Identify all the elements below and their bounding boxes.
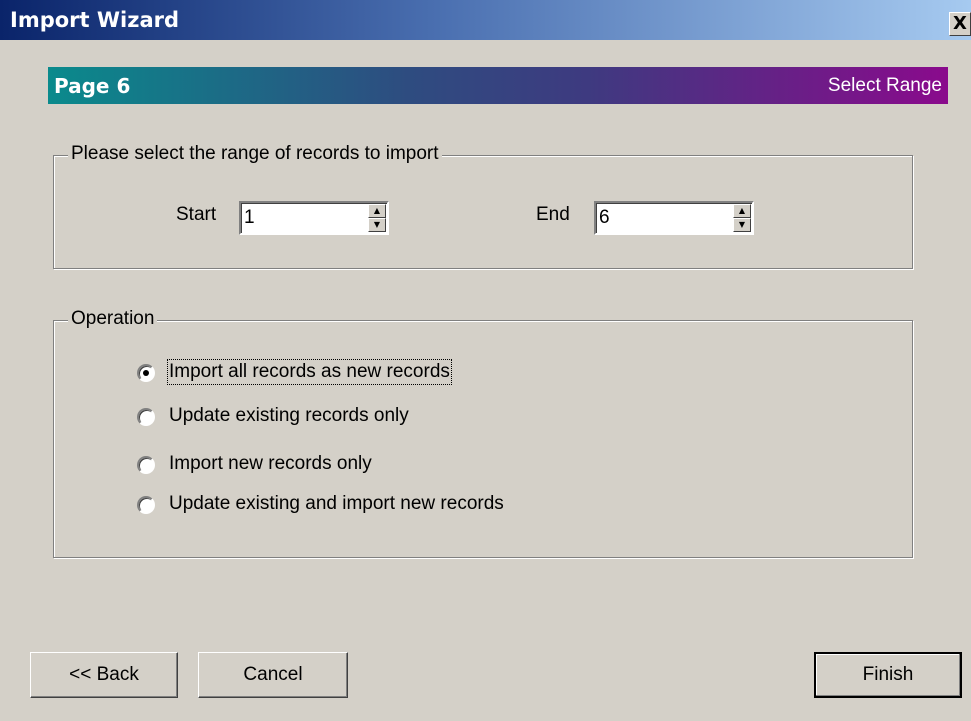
range-groupbox: Please select the range of records to im…	[53, 143, 913, 269]
page-step-name: Select Range	[827, 75, 942, 96]
start-spin-buttons: ▲ ▼	[368, 204, 386, 232]
operation-groupbox: Operation Import all records as new reco…	[53, 308, 913, 558]
radio-label[interactable]: Update existing and import new records	[169, 493, 504, 515]
close-icon: X	[953, 13, 967, 34]
end-spinner: ▲ ▼	[594, 201, 754, 235]
title-bar: Import Wizard X	[0, 0, 971, 40]
page-title: Page 6	[54, 74, 131, 98]
finish-button[interactable]: Finish	[814, 652, 962, 698]
end-input[interactable]	[599, 205, 709, 231]
radio-button-icon[interactable]	[137, 496, 155, 514]
back-button[interactable]: << Back	[30, 652, 178, 698]
cancel-button[interactable]: Cancel	[198, 652, 348, 698]
end-spin-down-icon[interactable]: ▼	[733, 218, 751, 232]
radio-selected-dot	[143, 370, 149, 376]
operation-legend: Operation	[68, 308, 158, 330]
close-button[interactable]: X	[949, 12, 971, 36]
end-label: End	[536, 204, 570, 225]
end-spin-up-icon[interactable]: ▲	[733, 204, 751, 218]
radio-label[interactable]: Import new records only	[169, 453, 372, 475]
start-label: Start	[176, 204, 217, 225]
radio-button-icon[interactable]	[137, 364, 155, 382]
start-spin-down-icon[interactable]: ▼	[368, 218, 386, 232]
end-spin-buttons: ▲ ▼	[733, 204, 751, 232]
window-title: Import Wizard	[10, 8, 180, 32]
start-spin-up-icon[interactable]: ▲	[368, 204, 386, 218]
radio-button-icon[interactable]	[137, 456, 155, 474]
start-input[interactable]	[244, 205, 354, 231]
radio-button-icon[interactable]	[137, 408, 155, 426]
start-spinner: ▲ ▼	[239, 201, 389, 235]
radio-label[interactable]: Import all records as new records	[167, 359, 452, 385]
range-legend: Please select the range of records to im…	[68, 143, 442, 165]
page-banner: Page 6 Select Range	[48, 67, 948, 104]
radio-label[interactable]: Update existing records only	[169, 405, 409, 427]
